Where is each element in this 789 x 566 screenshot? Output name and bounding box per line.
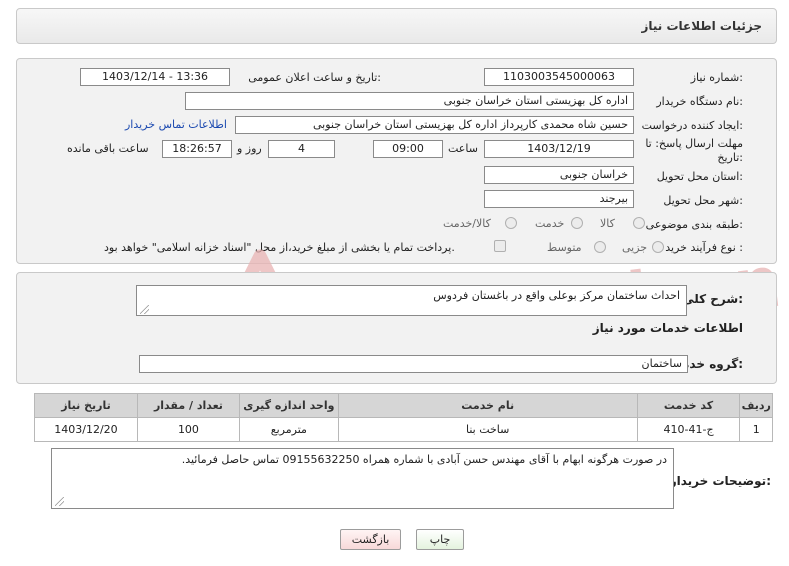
col-name-header: نام خدمت bbox=[337, 393, 638, 418]
buyer-org-label: نام دستگاه خریدار: bbox=[656, 95, 743, 108]
announce-datetime-field: 1403/12/14 - 13:36 bbox=[80, 68, 230, 86]
category-radio-service[interactable] bbox=[571, 217, 583, 229]
buyer-notes-field: در صورت هرگونه ابهام با آقای مهندس حسن آ… bbox=[51, 448, 674, 509]
days-label: روز و bbox=[237, 142, 262, 155]
deadline-time-label: ساعت bbox=[448, 142, 478, 155]
requester-field: حسین شاه محمدی کارپرداز اداره کل بهزیستی… bbox=[235, 116, 634, 134]
category-radio-goods-service[interactable] bbox=[505, 217, 517, 229]
need-number-label: شماره نیاز: bbox=[690, 71, 743, 84]
col-date-header: تاریخ نیاز bbox=[34, 393, 138, 418]
need-number-field: 1103003545000063 bbox=[484, 68, 634, 86]
back-button[interactable]: بازگشت bbox=[340, 529, 401, 550]
announce-datetime-label: تاریخ و ساعت اعلان عمومی: bbox=[248, 71, 381, 84]
services-table: ردیف کد خدمت نام خدمت واحد اندازه گیری ت… bbox=[34, 393, 773, 442]
category-label: طبقه بندی موضوعی: bbox=[645, 218, 743, 231]
resize-grip-icon[interactable] bbox=[55, 497, 64, 506]
cell-date: 1403/12/20 bbox=[34, 417, 138, 442]
need-info-panel bbox=[16, 58, 777, 264]
deadline-date-field: 1403/12/19 bbox=[484, 140, 634, 158]
days-remaining-field: 4 bbox=[268, 140, 335, 158]
deadline-label-date: تاریخ: bbox=[717, 151, 743, 164]
process-radio-medium[interactable] bbox=[594, 241, 606, 253]
category-radio-goods[interactable] bbox=[633, 217, 645, 229]
buyer-org-field: اداره کل بهزیستی استان خراسان جنوبی bbox=[185, 92, 634, 110]
category-option-goods-service: کالا/خدمت bbox=[443, 217, 491, 230]
cell-code: ج-41-410 bbox=[636, 417, 741, 442]
deadline-label: مهلت ارسال پاسخ: تا bbox=[645, 137, 743, 150]
services-section-title: اطلاعات خدمات مورد نیاز bbox=[592, 321, 743, 335]
treasury-payment-checkbox[interactable] bbox=[494, 240, 506, 252]
col-code-header: کد خدمت bbox=[636, 393, 741, 418]
need-description-field: احداث ساختمان مرکز بوعلی واقع در باغستان… bbox=[136, 285, 687, 316]
cell-row: 1 bbox=[739, 417, 773, 442]
cell-name: ساخت بنا bbox=[337, 417, 638, 442]
delivery-province-field: خراسان جنوبی bbox=[484, 166, 634, 184]
process-radio-minor[interactable] bbox=[652, 241, 664, 253]
resize-grip-icon[interactable] bbox=[140, 305, 149, 314]
print-button[interactable]: چاپ bbox=[416, 529, 464, 550]
page-title: جزئیات اطلاعات نیاز bbox=[641, 19, 762, 33]
category-option-service: خدمت bbox=[535, 217, 565, 230]
buyer-contact-link[interactable]: اطلاعات تماس خریدار bbox=[125, 118, 227, 131]
service-group-field: ساختمان bbox=[139, 355, 688, 373]
delivery-province-label: استان محل تحویل: bbox=[656, 170, 743, 183]
time-remaining-label: ساعت باقی مانده bbox=[67, 142, 149, 155]
cell-qty: 100 bbox=[136, 417, 240, 442]
table-row: 1 ج-41-410 ساخت بنا مترمربع 100 1403/12/… bbox=[34, 417, 773, 442]
time-remaining-field: 18:26:57 bbox=[162, 140, 232, 158]
col-row-header: ردیف bbox=[739, 393, 773, 418]
col-qty-header: تعداد / مقدار bbox=[136, 393, 240, 418]
process-option-minor: جزیی bbox=[622, 241, 648, 254]
treasury-payment-text: پرداخت تمام یا بخشی از مبلغ خرید،از محل … bbox=[104, 241, 455, 254]
deadline-time-field: 09:00 bbox=[373, 140, 443, 158]
col-unit-header: واحد اندازه گیری bbox=[238, 393, 339, 418]
category-option-goods: کالا bbox=[600, 217, 615, 230]
buyer-notes-label: توضیحات خریدار: bbox=[669, 474, 771, 488]
page-header: جزئیات اطلاعات نیاز bbox=[16, 8, 777, 44]
delivery-city-field: بیرجند bbox=[484, 190, 634, 208]
purchase-process-label: نوع فرآیند خرید : bbox=[665, 241, 743, 254]
delivery-city-label: شهر محل تحویل: bbox=[663, 194, 743, 207]
requester-label: ایجاد کننده درخواست: bbox=[641, 119, 743, 132]
process-option-medium: متوسط bbox=[547, 241, 582, 254]
table-header-row: ردیف کد خدمت نام خدمت واحد اندازه گیری ت… bbox=[34, 393, 773, 418]
cell-unit: مترمربع bbox=[238, 417, 339, 442]
